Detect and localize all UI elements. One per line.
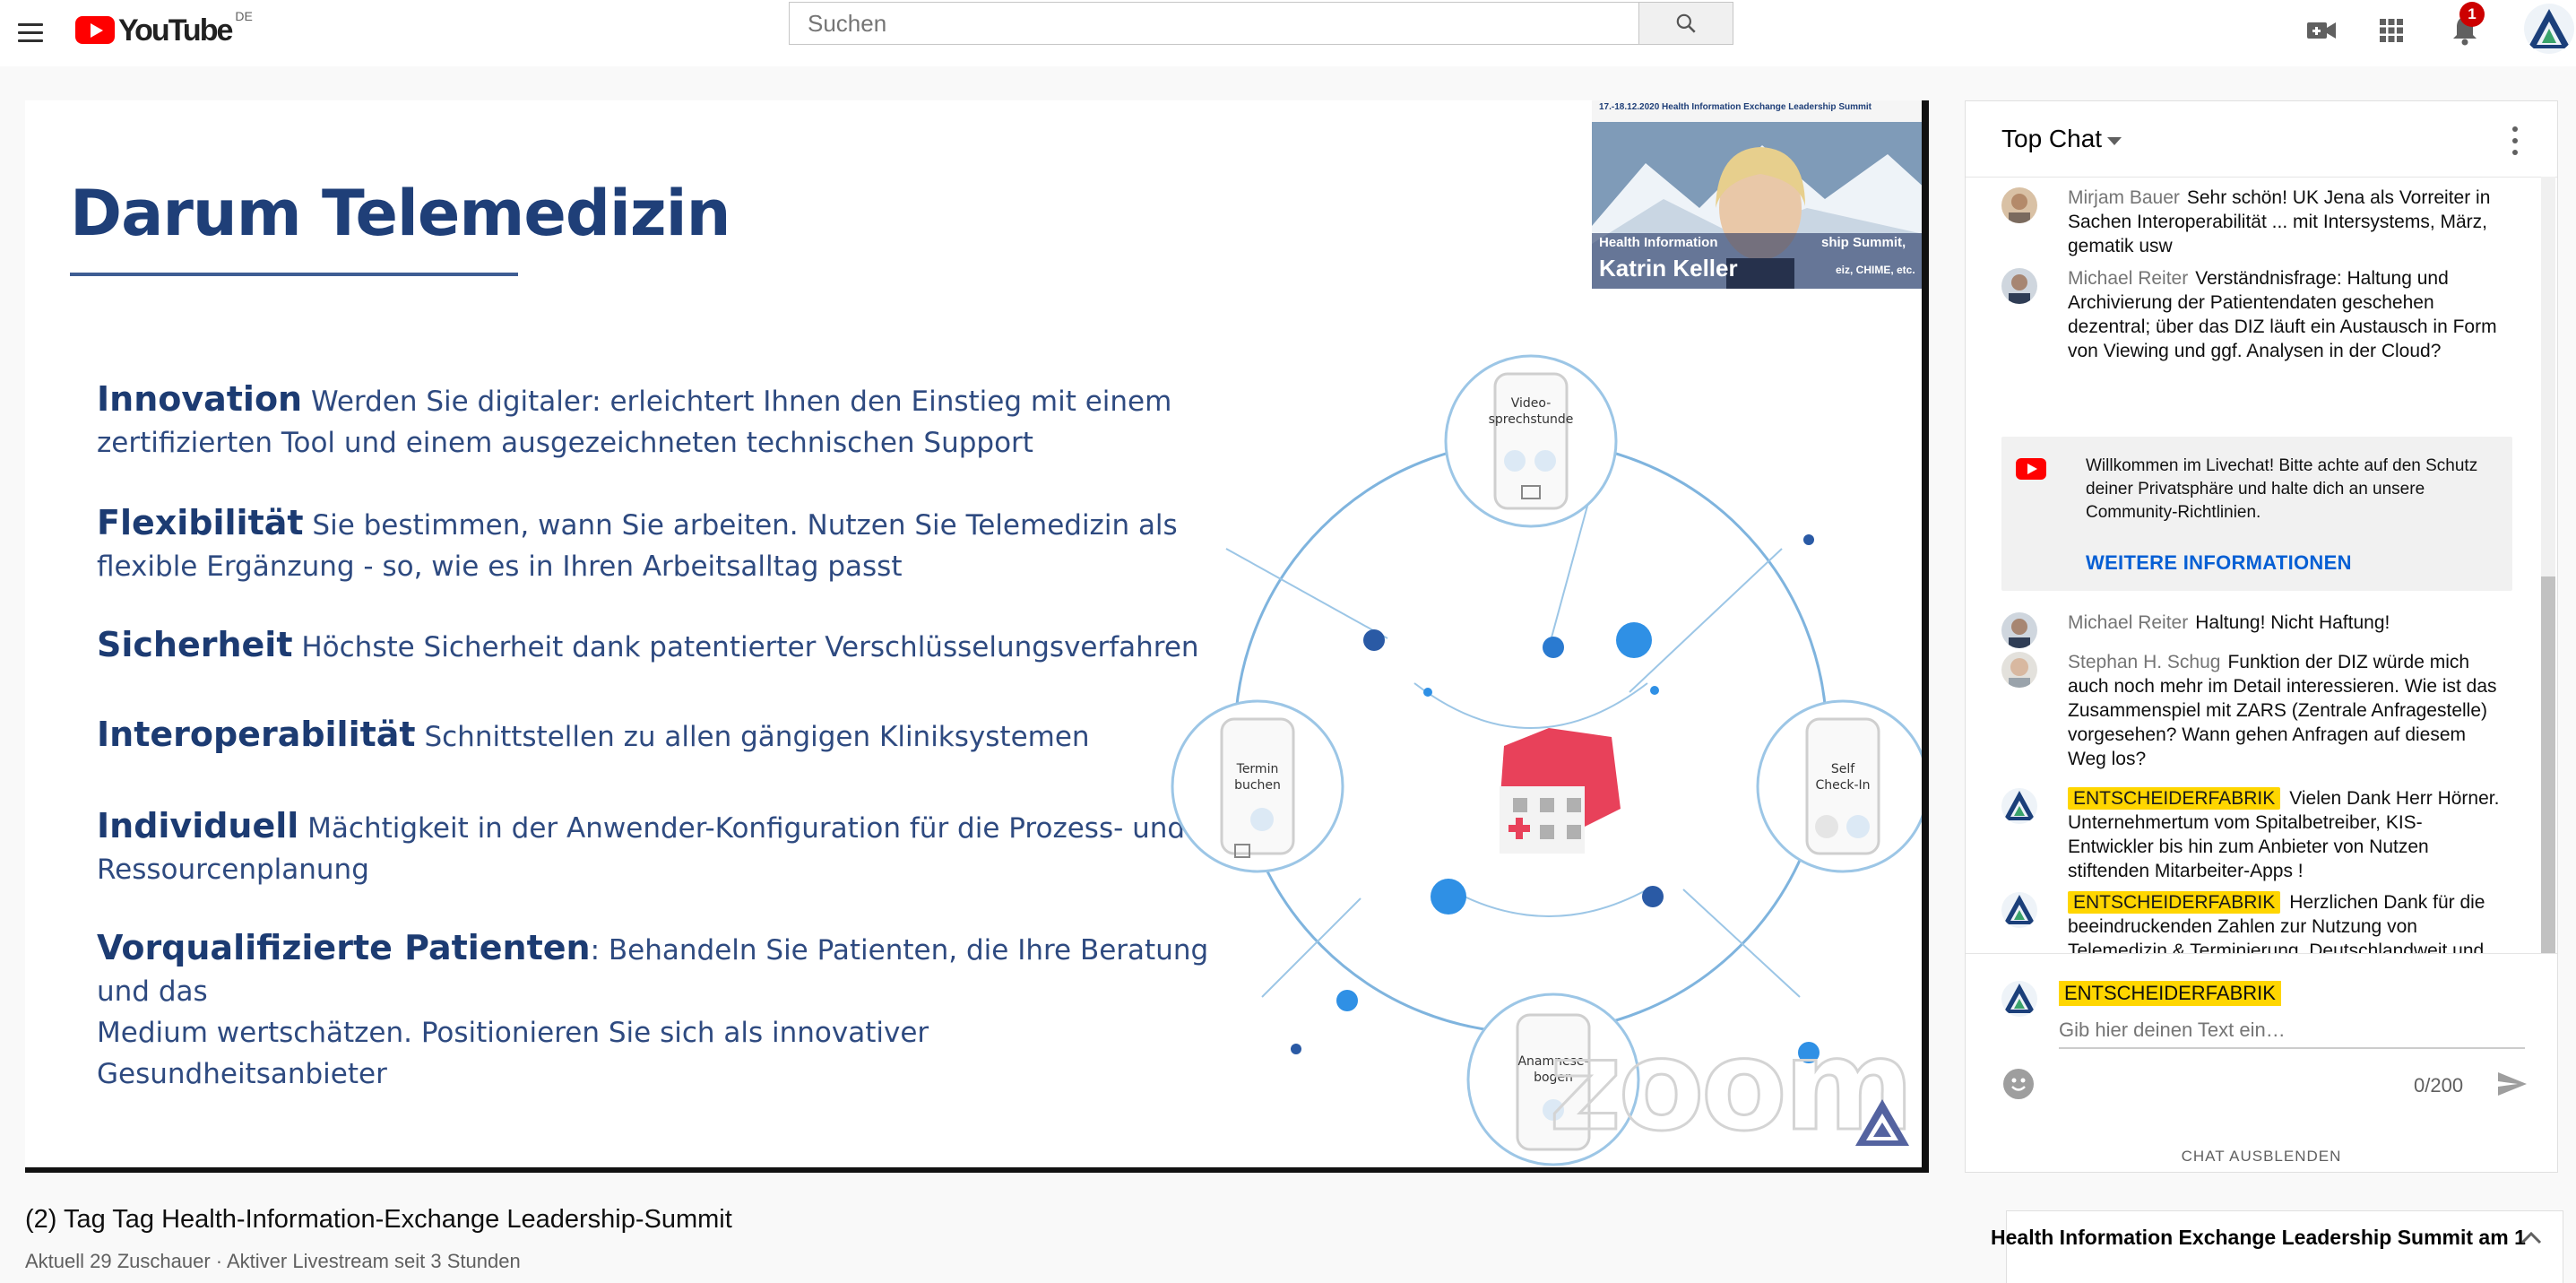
video-meta: Aktuell 29 Zuschauer · Aktiver Livestrea…	[25, 1250, 521, 1272]
send-button[interactable]	[2496, 1071, 2528, 1102]
bullet-term: Innovation	[97, 379, 303, 419]
chat-author[interactable]: Michael Reiter	[2068, 612, 2188, 633]
slide-bullet-individuell: Individuell Mächtigkeit in der Anwender-…	[97, 805, 1226, 890]
youtube-icon	[2016, 458, 2046, 480]
emoji-icon[interactable]	[2003, 1069, 2034, 1099]
chat-welcome-notice: Willkommen im Livechat! Bitte achte auf …	[2001, 437, 2512, 591]
more-options-icon[interactable]	[2512, 126, 2520, 155]
notification-badge: 1	[2459, 2, 2485, 27]
apps-grid-icon[interactable]	[2372, 11, 2411, 50]
avatar[interactable]	[2001, 187, 2037, 223]
slide-title: Darum Telemedizin	[70, 177, 730, 250]
chat-input-author: ENTSCHEIDERFABRIK	[2059, 981, 2281, 1006]
video-title: (2) Tag Tag Health-Information-Exchange …	[25, 1205, 732, 1234]
bullet-text: Schnittstellen zu allen gängigen Kliniks…	[415, 721, 1090, 753]
menu-icon[interactable]	[9, 13, 50, 54]
search-button[interactable]	[1638, 2, 1733, 45]
logo-text: YouTube	[118, 13, 233, 48]
bullet-text: Mächtigkeit in der Anwender-Konfiguratio…	[298, 812, 1186, 845]
svg-text:Video-: Video-	[1511, 396, 1552, 411]
bullet-term: Sicherheit	[97, 625, 293, 664]
account-avatar[interactable]	[2524, 4, 2574, 54]
bullet-text-line2: zertifizierten Tool und einem ausgezeich…	[97, 427, 1033, 459]
summit-logo-icon	[1855, 1099, 1909, 1146]
bullet-term: Individuell	[97, 806, 299, 845]
chat-message-input[interactable]	[2059, 1013, 2525, 1049]
chat-author[interactable]: Stephan H. Schug	[2068, 652, 2220, 672]
slide-bullet-sicherheit: Sicherheit Höchste Sicherheit dank paten…	[97, 624, 1226, 668]
node-termin: Termin buchen	[1171, 699, 1344, 873]
node-video: Video- sprechstunde	[1444, 354, 1618, 528]
search-bar	[789, 2, 1733, 47]
create-video-icon[interactable]	[2302, 11, 2341, 50]
avatar[interactable]	[2001, 788, 2037, 824]
bullet-term: Vorqualifizierte Patienten	[97, 928, 591, 967]
character-counter: 0/200	[2414, 1074, 2464, 1097]
svg-text:sprechstunde: sprechstunde	[1489, 412, 1574, 427]
bullet-text-line2: flexible Ergänzung - so, wie es in Ihren…	[97, 550, 903, 583]
youtube-logo[interactable]: YouTube DE	[75, 9, 253, 50]
pip-banner: 17.-18.12.2020 Health Information Exchan…	[1599, 102, 1871, 112]
svg-text:buchen: buchen	[1234, 778, 1281, 793]
chat-text: Haltung! Nicht Haftung!	[2195, 612, 2390, 633]
slide-bullet-interoperabilitaet: Interoperabilität Schnittstellen zu alle…	[97, 714, 1226, 758]
chat-author[interactable]: Michael Reiter	[2068, 268, 2188, 289]
svg-text:Check-In: Check-In	[1815, 778, 1870, 793]
chevron-up-icon[interactable]	[2520, 1229, 2543, 1245]
bullet-text: Sie bestimmen, wann Sie arbeiten. Nutzen…	[303, 509, 1178, 542]
player-border-bottom	[25, 1167, 1929, 1173]
search-icon	[1676, 13, 1696, 33]
avatar	[2001, 981, 2037, 1017]
bullet-text: Werden Sie digitaler: erleichtert Ihnen …	[302, 386, 1172, 418]
chat-author-owner[interactable]: ENTSCHEIDERFABRIK	[2068, 891, 2281, 914]
slide-bullet-patienten: Vorqualifizierte Patienten: Behandeln Si…	[97, 927, 1226, 1095]
slide-bullet-innovation: Innovation Werden Sie digitaler: erleich…	[97, 378, 1226, 464]
pip-speaker-name: Katrin Keller	[1599, 255, 1738, 282]
avatar[interactable]	[2001, 892, 2037, 928]
search-input[interactable]	[789, 2, 1638, 45]
chat-mode-selector[interactable]: Top Chat	[2001, 125, 2102, 153]
avatar[interactable]	[2001, 268, 2037, 304]
node-self-checkin: Self Check-In	[1756, 699, 1927, 873]
chat-message-list[interactable]: Mirjam Bauer Sehr schön! UK Jena als Vorr…	[1966, 177, 2539, 953]
pip-subtitle-left: Health Information	[1599, 235, 1718, 250]
speaker-video-pip[interactable]: 17.-18.12.2020 Health Information Exchan…	[1592, 100, 1927, 289]
avatar[interactable]	[2001, 612, 2037, 648]
bullet-text: Höchste Sicherheit dank patentierter Ver…	[292, 631, 1199, 663]
svg-text:Termin: Termin	[1236, 762, 1279, 776]
chat-header: Top Chat	[1966, 101, 2557, 178]
bullet-text-line2: Ressourcenplanung	[97, 854, 369, 886]
avatar[interactable]	[2001, 652, 2037, 688]
slide-title-underline	[70, 273, 518, 276]
pip-subtitle-right: ship Summit,	[1821, 235, 1906, 250]
chat-input-area: ENTSCHEIDERFABRIK 0/200 CHAT AUSBLENDEN	[1966, 953, 2557, 1175]
video-player[interactable]: Darum Telemedizin Innovation Werden Sie …	[25, 100, 1927, 1173]
chat-author[interactable]: Mirjam Bauer	[2068, 187, 2180, 208]
slide-bullet-flexibilitaet: Flexibilität Sie bestimmen, wann Sie arb…	[97, 502, 1226, 587]
pip-tag-right: eiz, CHIME, etc.	[1836, 264, 1915, 276]
chevron-down-icon[interactable]	[2107, 137, 2122, 145]
top-bar: YouTube DE 1	[0, 0, 2576, 66]
playlist-title[interactable]: Health Information Exchange Leadership S…	[1991, 1226, 2526, 1250]
svg-text:Self: Self	[1831, 762, 1855, 776]
hide-chat-button[interactable]: CHAT AUSBLENDEN	[1966, 1148, 2557, 1166]
chat-author-owner[interactable]: ENTSCHEIDERFABRIK	[2068, 787, 2281, 810]
live-chat-panel: Top Chat Mirjam Bauer Sehr schön! UK Jena…	[1965, 100, 2558, 1173]
play-logo-icon	[75, 16, 115, 44]
more-info-link[interactable]: WEITERE INFORMATIONEN	[2086, 551, 2352, 575]
bullet-term: Flexibilität	[97, 503, 304, 542]
region-label: DE	[235, 9, 253, 23]
player-border	[1922, 100, 1929, 1173]
playlist-panel[interactable]: Health Information Exchange Leadership S…	[1991, 1210, 2563, 1283]
chat-scrollbar-thumb[interactable]	[2541, 576, 2555, 953]
send-icon	[2498, 1072, 2527, 1096]
bullet-term: Interoperabilität	[97, 715, 416, 754]
welcome-text: Willkommen im Livechat! Bitte achte auf …	[2086, 456, 2478, 522]
bullet-text-line2: Medium wertschätzen. Positionieren Sie s…	[97, 1017, 929, 1090]
